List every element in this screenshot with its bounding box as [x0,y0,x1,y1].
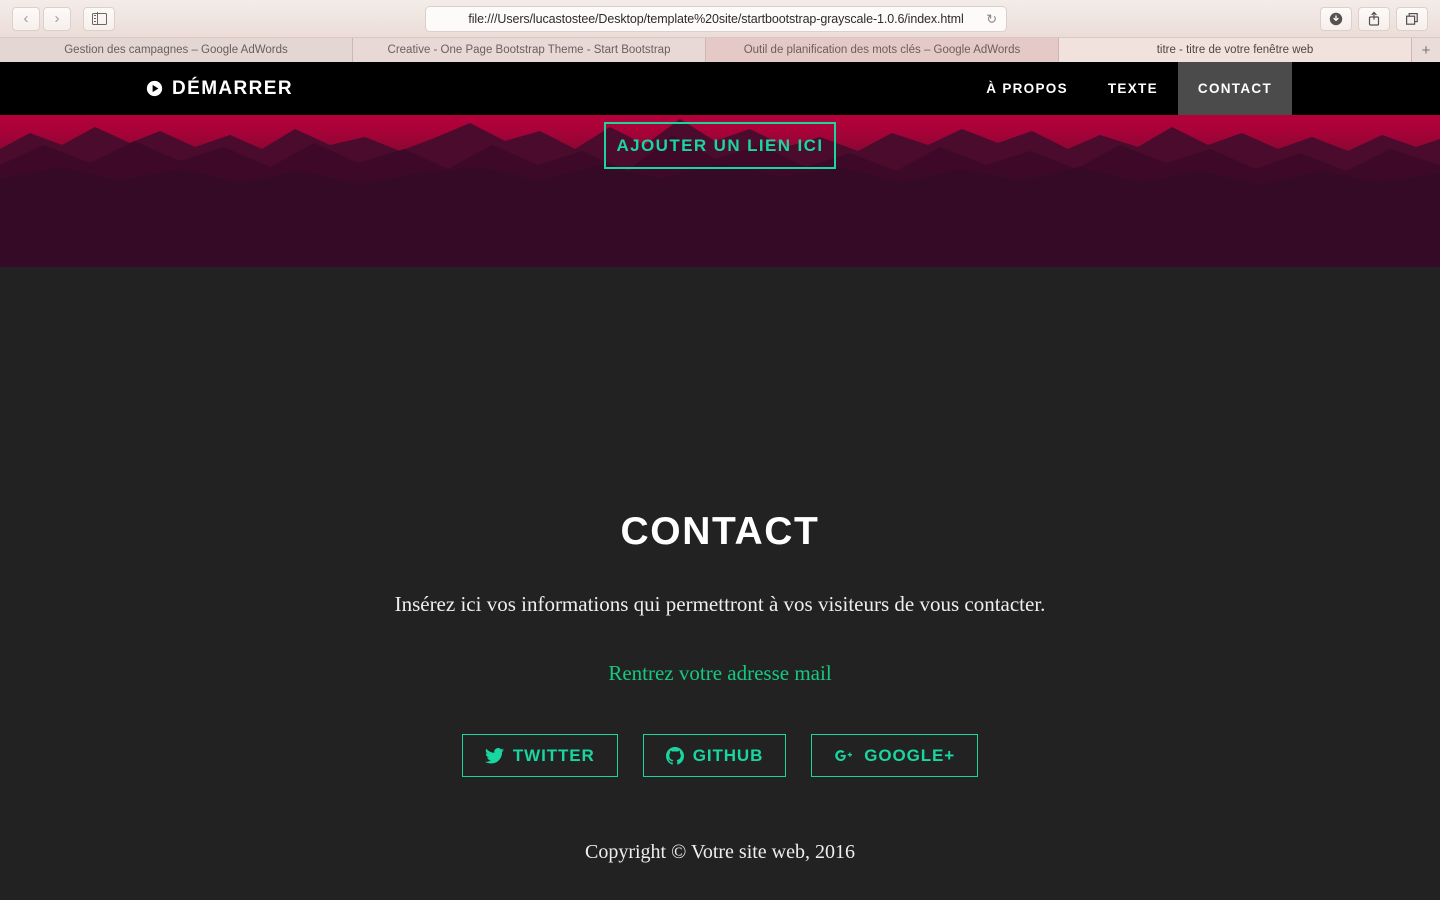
github-icon [665,746,684,765]
share-button[interactable] [1358,6,1390,31]
github-button[interactable]: GITHUB [642,734,787,777]
download-icon [1329,12,1343,25]
brand-label: DÉMARRER [172,77,293,99]
nav-link-a-propos[interactable]: À PROPOS [966,62,1088,115]
google-plus-label: GOOGLE+ [864,745,956,765]
contact-title: CONTACT [620,510,820,553]
sidebar-toggle-button[interactable] [83,6,115,31]
browser-tab[interactable]: Creative - One Page Bootstrap Theme - St… [353,38,706,62]
contact-email-link[interactable]: Rentrez votre adresse mail [608,661,831,686]
twitter-label: TWITTER [512,745,595,765]
toolbar-right-actions [1320,6,1428,31]
back-button[interactable]: ‹ [12,6,40,31]
navigation-buttons: ‹ › [12,6,71,31]
download-button[interactable] [1320,6,1352,31]
play-circle-icon [146,80,163,97]
google-plus-icon [834,748,855,764]
browser-tab[interactable]: Outil de planification des mots clés – G… [706,38,1059,62]
browser-tabbar: Gestion des campagnes – Google AdWords C… [0,38,1440,62]
share-icon [1368,11,1380,26]
tabs-overview-button[interactable] [1396,6,1428,31]
twitter-button[interactable]: TWITTER [461,734,618,777]
contact-description: Insérez ici vos informations qui permett… [394,592,1046,616]
site-navbar: DÉMARRER À PROPOS TEXTE CONTACT [0,62,1440,115]
google-plus-button[interactable]: GOOGLE+ [811,734,979,777]
hero-section: AJOUTER UN LIEN ICI [0,115,1440,267]
hero-cta-button[interactable]: AJOUTER UN LIEN ICI [604,122,836,169]
address-bar-url: file:///Users/lucastostee/Desktop/templa… [468,12,964,26]
contact-section: CONTACT Insérez ici vos informations qui… [0,267,1440,900]
new-tab-button[interactable]: + [1412,38,1440,62]
github-label: GITHUB [692,745,764,765]
browser-toolbar: ‹ › file:///Users/lucastostee/Desktop/te… [0,0,1440,38]
social-buttons-row: TWITTER GITHUB GOOGLE+ [461,734,979,777]
twitter-icon [484,747,504,764]
copyright-text: Copyright © Votre site web, 2016 [585,841,855,863]
sidebar-icon [91,12,107,25]
forward-button[interactable]: › [43,6,71,31]
nav-link-texte[interactable]: TEXTE [1088,62,1178,115]
address-bar[interactable]: file:///Users/lucastostee/Desktop/templa… [425,6,1007,32]
site-nav-links: À PROPOS TEXTE CONTACT [966,62,1292,115]
reload-icon[interactable]: ↻ [986,13,997,26]
hero-gradient-overlay [0,169,1440,215]
browser-tab[interactable]: Gestion des campagnes – Google AdWords [0,38,353,62]
brand-logo[interactable]: DÉMARRER [146,62,293,115]
browser-chrome: ‹ › file:///Users/lucastostee/Desktop/te… [0,0,1440,62]
nav-link-contact[interactable]: CONTACT [1177,62,1292,115]
browser-tab-active[interactable]: titre - titre de votre fenêtre web [1059,38,1412,62]
tabs-icon [1406,12,1418,25]
